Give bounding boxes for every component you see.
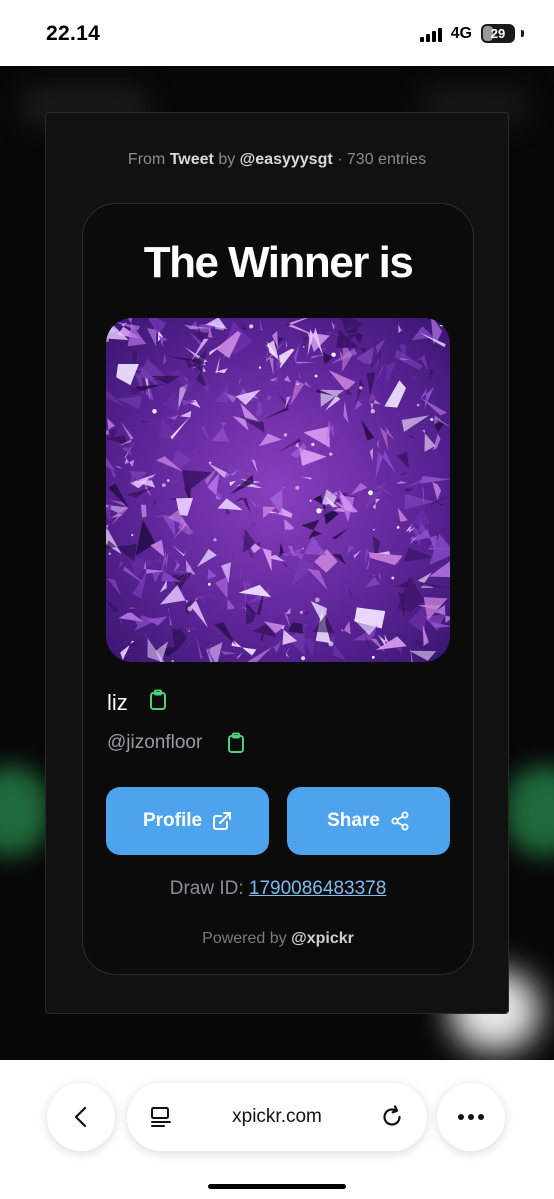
browser-toolbar: xpickr.com bbox=[0, 1060, 554, 1199]
status-indicators: 4G 29 bbox=[419, 24, 524, 43]
powered-by: Powered by @xpickr bbox=[83, 930, 473, 948]
winner-modal: From Tweet by @easyyysgt · 730 entries T… bbox=[45, 112, 509, 1014]
share-button[interactable]: Share bbox=[287, 787, 450, 855]
winner-handle: @jizonfloor bbox=[107, 732, 203, 753]
source-entries: 730 entries bbox=[346, 151, 427, 168]
share-button-label: Share bbox=[327, 810, 380, 831]
source-author: @easyyysgt bbox=[239, 151, 333, 168]
glitter-image bbox=[106, 318, 450, 662]
battery-icon: 29 bbox=[481, 24, 515, 43]
profile-button[interactable]: Profile bbox=[106, 787, 269, 855]
back-button[interactable] bbox=[47, 1083, 115, 1151]
reload-icon[interactable] bbox=[379, 1104, 405, 1135]
powered-brand-link[interactable]: @xpickr bbox=[291, 930, 354, 947]
draw-id-link[interactable]: 1790086483378 bbox=[249, 878, 386, 899]
copy-handle-clipboard-icon[interactable] bbox=[226, 732, 246, 759]
draw-id-label: Draw ID: bbox=[169, 878, 244, 899]
share-icon bbox=[391, 811, 409, 831]
chevron-left-icon bbox=[74, 1106, 87, 1128]
draw-id-line: Draw ID: 1790086483378 bbox=[83, 878, 473, 900]
address-bar[interactable]: xpickr.com bbox=[127, 1083, 427, 1151]
powered-prefix: Powered by bbox=[202, 930, 287, 947]
source-by: by bbox=[218, 151, 236, 168]
status-bar: 22.14 4G 29 bbox=[0, 0, 554, 66]
copy-name-clipboard-icon[interactable] bbox=[148, 689, 168, 716]
winner-card: The Winner is liz @jizonfloor Profile Sh… bbox=[82, 203, 474, 975]
network-type: 4G bbox=[450, 24, 472, 42]
more-icon bbox=[458, 1114, 484, 1120]
home-indicator bbox=[208, 1184, 346, 1189]
more-button[interactable] bbox=[437, 1083, 505, 1151]
source-platform: Tweet bbox=[169, 151, 214, 168]
status-time: 22.14 bbox=[46, 22, 101, 45]
winner-title: The Winner is bbox=[143, 238, 414, 287]
external-link-icon bbox=[213, 812, 232, 830]
battery-percent: 29 bbox=[490, 26, 506, 41]
winner-name: liz bbox=[107, 690, 128, 715]
source-line: From Tweet by @easyyysgt · 730 entries bbox=[46, 151, 508, 169]
winner-avatar bbox=[106, 318, 450, 662]
cellular-signal-icon bbox=[419, 26, 442, 42]
source-prefix: From bbox=[127, 151, 166, 168]
profile-button-label: Profile bbox=[142, 810, 203, 831]
source-separator: · bbox=[337, 151, 343, 168]
